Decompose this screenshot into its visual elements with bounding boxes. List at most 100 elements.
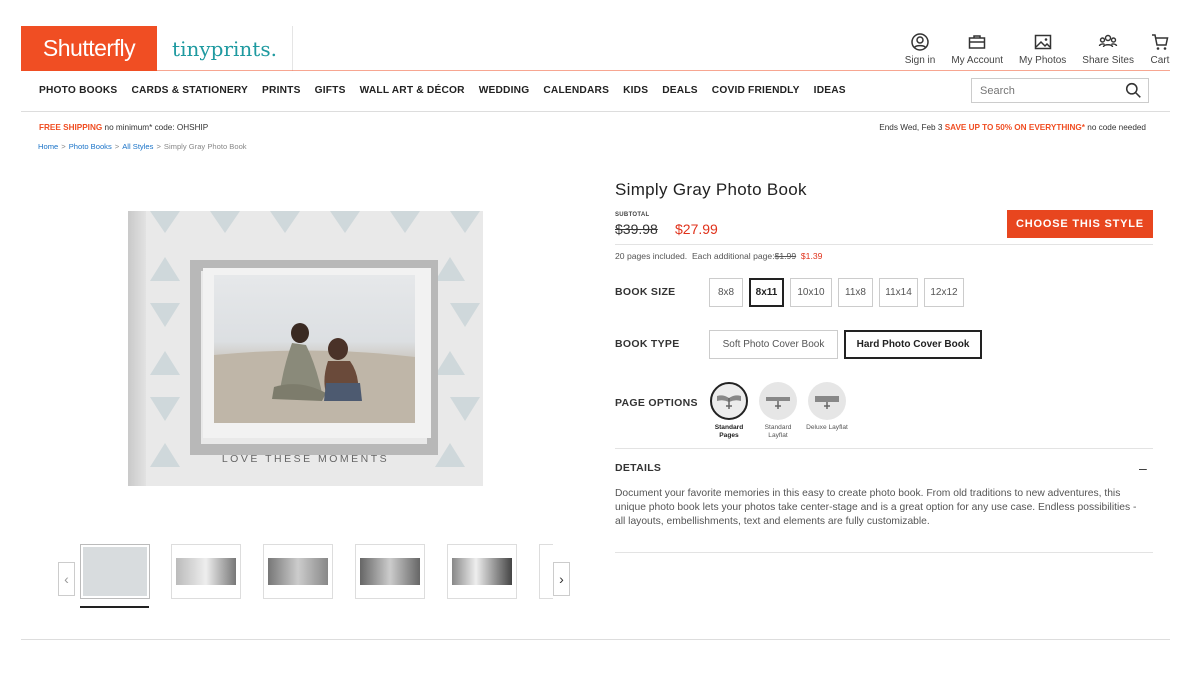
choose-style-button[interactable]: CHOOSE THIS STYLE: [1007, 210, 1153, 238]
book-size-label: BOOK SIZE: [615, 286, 676, 298]
page-options: Standard Pages Standard Layflat Deluxe L…: [709, 382, 848, 439]
nav-gifts[interactable]: GIFTS: [315, 85, 346, 96]
subtotal-label: SUBTOTAL: [615, 212, 650, 218]
footer-divider: [21, 639, 1170, 640]
size-option-10x10[interactable]: 10x10: [790, 278, 832, 307]
thumbnail-strip: ‹ ›: [58, 544, 570, 608]
breadcrumb: Home > Photo Books > All Styles > Simply Gr…: [38, 142, 247, 151]
size-option-11x8[interactable]: 11x8: [838, 278, 873, 307]
type-option-soft-cover[interactable]: Soft Photo Cover Book: [709, 330, 838, 359]
nav-wall-art-decor[interactable]: WALL ART & DÉCOR: [360, 85, 465, 96]
thumb-next-button[interactable]: ›: [553, 562, 570, 596]
thumb-prev-button[interactable]: ‹: [58, 562, 75, 596]
details-description: Document your favorite memories in this …: [615, 488, 1137, 527]
collapse-icon[interactable]: –: [1139, 460, 1147, 476]
nav-divider: [21, 111, 1170, 112]
book-spine: [128, 211, 146, 486]
account-nav: Sign in My Account My Photos Share Sites…: [889, 32, 1170, 66]
sale-ends-text: Ends Wed, Feb 3: [879, 123, 945, 132]
people-icon: [1098, 34, 1118, 48]
book-type-label: BOOK TYPE: [615, 338, 680, 350]
cover-photo: [214, 275, 415, 423]
nav-kids[interactable]: KIDS: [623, 85, 648, 96]
nav-ideas[interactable]: IDEAS: [814, 85, 846, 96]
size-option-11x14[interactable]: 11x14: [879, 278, 918, 307]
page-option-label: Deluxe Layflat: [806, 424, 848, 431]
nav-calendars[interactable]: CALENDARS: [543, 85, 609, 96]
share-sites-link[interactable]: Share Sites: [1082, 32, 1134, 66]
cart-link[interactable]: Cart: [1150, 32, 1170, 66]
category-nav: PHOTO BOOKS CARDS & STATIONERY PRINTS GI…: [39, 85, 846, 96]
sign-in-link[interactable]: Sign in: [904, 32, 936, 66]
thumbnail-5[interactable]: [447, 544, 517, 599]
breadcrumb-photo-books[interactable]: Photo Books: [69, 142, 112, 151]
book-size-options: 8x8 8x11 10x10 11x8 11x14 12x12: [709, 278, 964, 307]
image-icon: [1034, 34, 1051, 50]
sale-highlight: SAVE UP TO 50% ON EVERYTHING*: [944, 123, 1085, 132]
book-type-options: Soft Photo Cover Book Hard Photo Cover B…: [709, 330, 982, 359]
page-option-label: Standard Pages: [714, 424, 744, 439]
details-heading[interactable]: DETAILS: [615, 462, 661, 474]
cart-icon: [1152, 34, 1169, 50]
nav-wedding[interactable]: WEDDING: [479, 85, 530, 96]
thumbnail-6[interactable]: [539, 544, 553, 599]
nav-covid-friendly[interactable]: COVID FRIENDLY: [712, 85, 800, 96]
my-account-label: My Account: [951, 55, 1004, 66]
type-option-hard-cover[interactable]: Hard Photo Cover Book: [844, 330, 982, 359]
sale-suffix: no code needed: [1084, 123, 1146, 132]
details-divider-top: [615, 448, 1153, 449]
search-icon[interactable]: [1125, 82, 1142, 99]
additional-page-old-price: $1.99: [774, 251, 797, 261]
tinyprints-logo[interactable]: tinyprints.: [157, 26, 293, 71]
shutterfly-logo[interactable]: Shutterfly: [21, 26, 157, 71]
promo-text: no minimum* code: OHSHIP: [102, 123, 209, 132]
pages-note: 20 pages included. Each additional page:…: [615, 251, 822, 261]
breadcrumb-home[interactable]: Home: [38, 142, 58, 151]
chevron-left-icon: ‹: [64, 571, 69, 587]
additional-page-new-price: $1.39: [800, 251, 823, 261]
nav-photo-books[interactable]: PHOTO BOOKS: [39, 85, 117, 96]
thumbnail-4[interactable]: [355, 544, 425, 599]
nav-prints[interactable]: PRINTS: [262, 85, 301, 96]
thumbnail-1[interactable]: [80, 544, 150, 599]
page-options-label: PAGE OPTIONS: [615, 397, 698, 409]
chevron-right-icon: ›: [559, 571, 564, 587]
thumbnail-3[interactable]: [263, 544, 333, 599]
details-divider-bottom: [615, 552, 1153, 553]
search-input[interactable]: [980, 84, 1110, 97]
nav-deals[interactable]: DEALS: [662, 85, 698, 96]
standard-layflat-icon: [759, 382, 797, 420]
standard-pages-icon: [710, 382, 748, 420]
sale-promo: Ends Wed, Feb 3 SAVE UP TO 50% ON EVERYT…: [879, 123, 1146, 132]
user-circle-icon: [911, 33, 929, 51]
breadcrumb-all-styles[interactable]: All Styles: [122, 142, 153, 151]
cart-label: Cart: [1150, 55, 1170, 66]
page-option-deluxe-layflat[interactable]: Deluxe Layflat: [806, 382, 848, 439]
product-title: Simply Gray Photo Book: [615, 180, 807, 199]
size-option-8x11[interactable]: 8x11: [749, 278, 784, 307]
my-photos-label: My Photos: [1019, 55, 1067, 66]
deluxe-layflat-icon: [808, 382, 846, 420]
promo-highlight: FREE SHIPPING: [39, 123, 103, 132]
pages-included-text: 20 pages included.: [615, 251, 688, 261]
sale-price: $27.99: [675, 221, 718, 237]
sign-in-label: Sign in: [904, 55, 936, 66]
additional-page-label: Each additional page:: [691, 251, 775, 261]
price-divider: [615, 244, 1153, 245]
breadcrumb-current: Simply Gray Photo Book: [163, 142, 247, 151]
size-option-8x8[interactable]: 8x8: [709, 278, 743, 307]
page-option-label: Standard Layflat: [764, 424, 792, 439]
thumbnail-2[interactable]: [171, 544, 241, 599]
product-image[interactable]: LOVE THESE MOMENTS: [128, 211, 483, 486]
my-photos-link[interactable]: My Photos: [1019, 32, 1066, 66]
original-price: $39.98: [615, 221, 658, 237]
search-box: [971, 78, 1149, 103]
page-option-standard-layflat[interactable]: Standard Layflat: [758, 382, 798, 439]
size-option-12x12[interactable]: 12x12: [924, 278, 964, 307]
page-option-standard-pages[interactable]: Standard Pages: [709, 382, 749, 439]
nav-cards-stationery[interactable]: CARDS & STATIONERY: [131, 85, 248, 96]
share-sites-label: Share Sites: [1082, 55, 1134, 66]
my-account-link[interactable]: My Account: [951, 32, 1003, 66]
briefcase-icon: [968, 35, 986, 49]
book-caption: LOVE THESE MOMENTS: [221, 453, 390, 465]
